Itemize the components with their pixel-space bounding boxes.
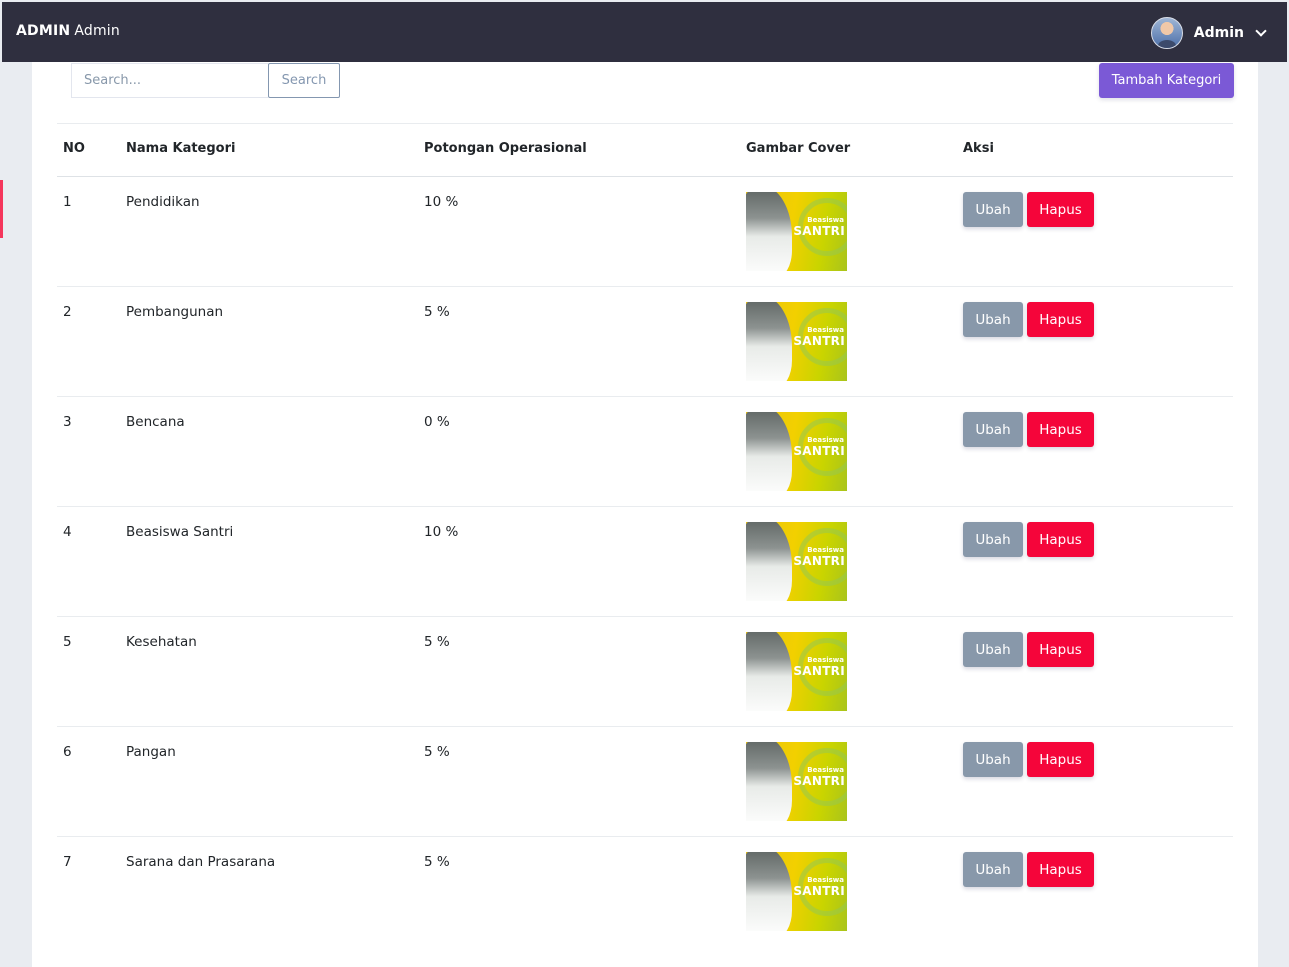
cell-cut: 5 %	[424, 854, 450, 870]
delete-button[interactable]: Hapus	[1027, 302, 1094, 337]
cover-text-small: Beasiswa	[807, 766, 844, 774]
cover-image: Beasiswa SANTRI	[746, 632, 847, 711]
cover-text-small: Beasiswa	[807, 216, 844, 224]
cover-figure	[746, 192, 792, 271]
cover-image: Beasiswa SANTRI	[746, 522, 847, 601]
cover-image: Beasiswa SANTRI	[746, 742, 847, 821]
delete-button[interactable]: Hapus	[1027, 192, 1094, 227]
brand-bold: ADMIN	[16, 23, 71, 39]
table-row: 5 Kesehatan 5 % Beasiswa SANTRI Ubah Hapus	[57, 617, 1233, 727]
cover-image: Beasiswa SANTRI	[746, 192, 847, 271]
header-action: Aksi	[963, 141, 994, 156]
cover-figure	[746, 742, 792, 821]
add-category-button[interactable]: Tambah Kategori	[1099, 63, 1234, 98]
cover-text-large: SANTRI	[793, 664, 845, 678]
delete-button[interactable]: Hapus	[1027, 742, 1094, 777]
delete-button[interactable]: Hapus	[1027, 412, 1094, 447]
cover-text-large: SANTRI	[793, 884, 845, 898]
user-name[interactable]: Admin	[1194, 25, 1244, 41]
cover-image: Beasiswa SANTRI	[746, 852, 847, 931]
category-table: NO Nama Kategori Potongan Operasional Ga…	[57, 123, 1233, 946]
sidebar-active-indicator	[0, 180, 3, 238]
cell-no: 1	[63, 194, 72, 210]
cover-text-small: Beasiswa	[807, 876, 844, 884]
table-header: NO Nama Kategori Potongan Operasional Ga…	[57, 124, 1233, 177]
header-cut: Potongan Operasional	[424, 141, 587, 156]
header-cover: Gambar Cover	[746, 141, 851, 156]
table-row: 7 Sarana dan Prasarana 5 % Beasiswa SANTRI Ub…	[57, 837, 1233, 946]
cell-no: 6	[63, 744, 72, 760]
delete-button[interactable]: Hapus	[1027, 852, 1094, 887]
edit-button[interactable]: Ubah	[963, 192, 1023, 227]
cell-name: Kesehatan	[126, 634, 197, 650]
cover-figure	[746, 852, 792, 931]
cell-cut: 10 %	[424, 194, 459, 210]
cell-name: Sarana dan Prasarana	[126, 854, 276, 870]
cover-image: Beasiswa SANTRI	[746, 412, 847, 491]
edit-button[interactable]: Ubah	[963, 742, 1023, 777]
table-row: 1 Pendidikan 10 % Beasiswa SANTRI Ubah Hapus	[57, 177, 1233, 287]
cover-text-small: Beasiswa	[807, 326, 844, 334]
cell-cut: 10 %	[424, 524, 459, 540]
brand[interactable]: ADMIN Admin	[16, 23, 120, 39]
cell-no: 5	[63, 634, 72, 650]
cell-no: 7	[63, 854, 72, 870]
search-input[interactable]	[71, 63, 268, 98]
chevron-down-icon[interactable]	[1255, 25, 1267, 37]
user-menu[interactable]: Admin	[1150, 17, 1267, 49]
search-button[interactable]: Search	[268, 63, 340, 98]
table-body: 1 Pendidikan 10 % Beasiswa SANTRI Ubah Hapus 2 P…	[57, 177, 1233, 946]
cover-figure	[746, 302, 792, 381]
brand-text: Admin	[74, 23, 120, 39]
cell-name: Pendidikan	[126, 194, 200, 210]
cell-cut: 5 %	[424, 304, 450, 320]
cover-text-large: SANTRI	[793, 224, 845, 238]
cover-text-small: Beasiswa	[807, 546, 844, 554]
header-name: Nama Kategori	[126, 141, 236, 156]
cover-text-large: SANTRI	[793, 334, 845, 348]
cell-name: Bencana	[126, 414, 185, 430]
delete-button[interactable]: Hapus	[1027, 522, 1094, 557]
cover-text-small: Beasiswa	[807, 656, 844, 664]
cell-cut: 0 %	[424, 414, 450, 430]
cell-cut: 5 %	[424, 634, 450, 650]
cell-name: Pembangunan	[126, 304, 224, 320]
cell-no: 2	[63, 304, 72, 320]
table-row: 4 Beasiswa Santri 10 % Beasiswa SANTRI Ubah Ha…	[57, 507, 1233, 617]
cover-image: Beasiswa SANTRI	[746, 302, 847, 381]
cell-no: 3	[63, 414, 72, 430]
table-row: 3 Bencana 0 % Beasiswa SANTRI Ubah Hapus	[57, 397, 1233, 507]
table-row: 2 Pembangunan 5 % Beasiswa SANTRI Ubah Hapus	[57, 287, 1233, 397]
edit-button[interactable]: Ubah	[963, 632, 1023, 667]
table-row: 6 Pangan 5 % Beasiswa SANTRI Ubah Hapus	[57, 727, 1233, 837]
cover-text-large: SANTRI	[793, 774, 845, 788]
header-no: NO	[63, 141, 85, 156]
cell-cut: 5 %	[424, 744, 450, 760]
edit-button[interactable]: Ubah	[963, 852, 1023, 887]
cell-name: Beasiswa Santri	[126, 524, 234, 540]
cell-no: 4	[63, 524, 72, 540]
edit-button[interactable]: Ubah	[963, 302, 1023, 337]
avatar[interactable]	[1150, 17, 1183, 49]
cell-name: Pangan	[126, 744, 176, 760]
cover-text-small: Beasiswa	[807, 436, 844, 444]
top-navbar: ADMIN Admin Admin	[2, 2, 1287, 62]
cover-figure	[746, 522, 792, 601]
edit-button[interactable]: Ubah	[963, 522, 1023, 557]
cover-text-large: SANTRI	[793, 554, 845, 568]
cover-figure	[746, 632, 792, 711]
cover-figure	[746, 412, 792, 491]
edit-button[interactable]: Ubah	[963, 412, 1023, 447]
cover-text-large: SANTRI	[793, 444, 845, 458]
delete-button[interactable]: Hapus	[1027, 632, 1094, 667]
